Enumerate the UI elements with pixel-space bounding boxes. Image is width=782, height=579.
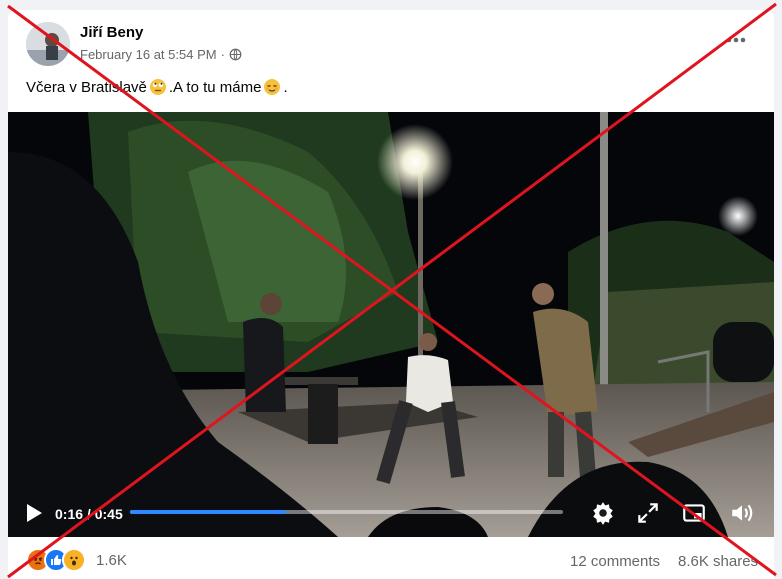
post-text-part3: .: [283, 78, 288, 96]
settings-icon[interactable]: [590, 500, 616, 526]
video-player[interactable]: [8, 112, 774, 537]
picture-in-picture-icon[interactable]: [681, 500, 707, 526]
play-icon[interactable]: [24, 502, 44, 524]
progress-fill: [130, 510, 286, 514]
post-text-part1: Včera v Bratislavě: [26, 78, 147, 96]
facebook-post-screenshot: Jiří Beny February 16 at 5:54 PM · Včera…: [0, 0, 782, 579]
more-options-icon[interactable]: [724, 30, 748, 50]
post-date[interactable]: February 16 at 5:54 PM: [80, 47, 217, 62]
globe-icon: [229, 48, 242, 61]
avatar[interactable]: [26, 22, 70, 66]
shares-count[interactable]: 8.6K shares: [678, 553, 758, 570]
volume-icon[interactable]: [729, 500, 755, 526]
fullscreen-icon[interactable]: [635, 500, 661, 526]
reactions[interactable]: [26, 548, 86, 572]
time-total: 0:45: [94, 506, 123, 522]
post-text: Včera v Bratislavě .A to tu máme .: [26, 78, 288, 96]
video-frame: [8, 112, 774, 537]
post-text-part2: .A to tu máme: [168, 78, 262, 96]
author-name[interactable]: Jiří Beny: [80, 24, 143, 41]
relieved-emoji-icon: [264, 79, 281, 95]
video-time: 0:16 / 0:45: [55, 506, 123, 522]
post-meta: February 16 at 5:54 PM ·: [80, 47, 242, 62]
time-elapsed: 0:16: [55, 506, 84, 522]
wow-reaction-icon: [62, 548, 86, 572]
meta-separator: ·: [220, 47, 225, 62]
progress-bar[interactable]: [130, 510, 563, 514]
rolling-eyes-emoji-icon: [149, 79, 166, 95]
reaction-count[interactable]: 1.6K: [96, 552, 127, 569]
comments-count[interactable]: 12 comments: [570, 553, 660, 570]
time-separator: /: [83, 506, 95, 522]
